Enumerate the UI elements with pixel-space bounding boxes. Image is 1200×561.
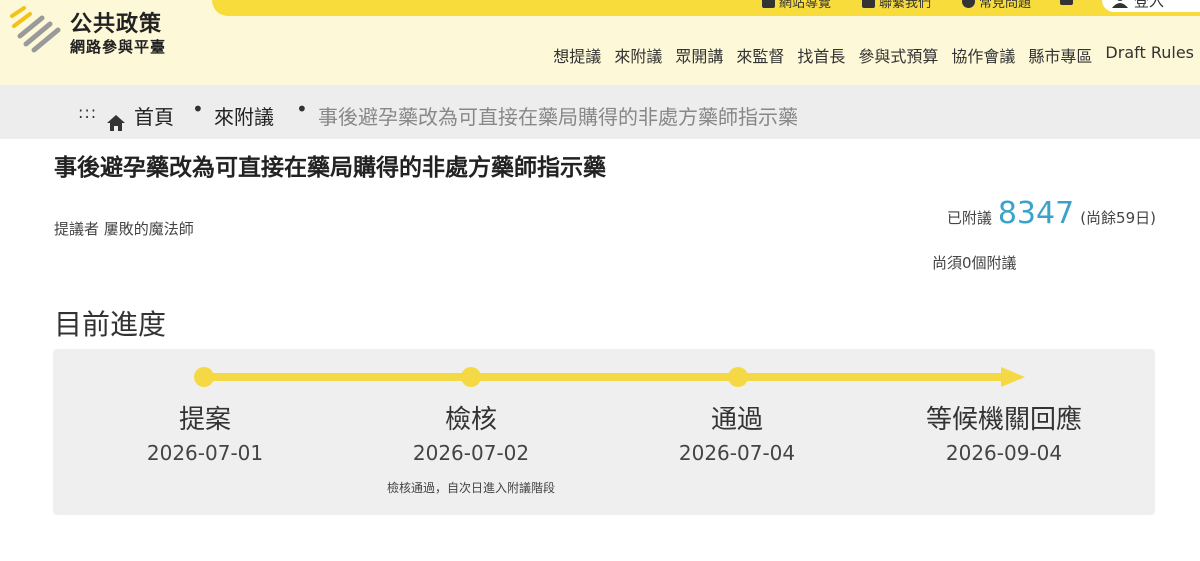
breadcrumb-section[interactable]: 來附議 <box>214 101 274 130</box>
nav-item-propose[interactable]: 想提議 <box>553 43 601 67</box>
nav-item-supervise[interactable]: 來監督 <box>736 43 784 67</box>
breadcrumb: ::: 首頁 • 來附議 • 事後避孕藥改為可直接在藥局購得的非處方藥師指示藥 <box>0 85 1200 139</box>
faq-link[interactable]: 常見問題 <box>962 0 1031 11</box>
step-dot <box>728 367 748 387</box>
sitemap-link-label: 網站導覽 <box>779 0 832 11</box>
faq-link-label: 常見問題 <box>979 0 1032 11</box>
grid-icon <box>762 0 775 8</box>
login-button[interactable]: 登入 <box>1102 0 1200 12</box>
proposer-name: 屢敗的魔法師 <box>103 220 194 238</box>
proposer-info: 提議者 屢敗的魔法師 <box>54 218 194 239</box>
site-header: 網站導覽 聯繫我們 常見問題 登入 公共政策 網路參與平臺 想提議 來附議 眾開… <box>0 0 1200 85</box>
page-title: 事後避孕藥改為可直接在藥局購得的非處方藥師指示藥 <box>54 155 606 181</box>
nav-item-budget[interactable]: 參與式預算 <box>858 43 938 67</box>
mail-icon <box>862 0 875 8</box>
progress-arrow-icon <box>1001 367 1025 387</box>
step-date: 2026-07-02 <box>412 441 530 465</box>
home-icon[interactable] <box>106 114 126 132</box>
breadcrumb-current: 事後避孕藥改為可直接在藥局購得的非處方藥師指示藥 <box>318 105 798 129</box>
breadcrumb-separator: • <box>296 97 308 121</box>
contact-link-label: 聯繫我們 <box>879 0 932 11</box>
nav-item-collab[interactable]: 協作會議 <box>951 43 1015 67</box>
step-date: 2026-07-04 <box>678 441 796 465</box>
step-date: 2026-07-01 <box>146 441 264 465</box>
step-label: 提案 <box>178 405 231 435</box>
step-label: 等候機關回應 <box>925 405 1082 435</box>
progress-track <box>203 373 1003 381</box>
user-icon <box>1112 0 1128 8</box>
remaining-days: (尚餘59日) <box>1080 209 1156 227</box>
nav-item-discuss[interactable]: 眾開講 <box>675 43 723 67</box>
step-date: 2026-09-04 <box>945 441 1063 465</box>
step-dot <box>194 367 214 387</box>
step-note: 檢核通過，自次日進入附議階段 <box>386 481 555 495</box>
breadcrumb-separator: • <box>192 97 204 121</box>
needed-signatures: 尚須0個附議 <box>932 254 1017 272</box>
step-label: 通過 <box>710 405 763 435</box>
site-logo[interactable] <box>8 6 64 56</box>
main-nav: 想提議 來附議 眾開講 來監督 找首長 參與式預算 協作會議 縣市專區 Draf… <box>553 43 1194 67</box>
step-label: 檢核 <box>444 405 497 435</box>
breadcrumb-menu-icon[interactable]: ::: <box>78 103 97 122</box>
logo-icon <box>10 6 61 53</box>
facebook-link[interactable] <box>1060 0 1073 5</box>
sitemap-link[interactable]: 網站導覽 <box>762 0 831 11</box>
top-utility-bar: 網站導覽 聯繫我們 常見問題 <box>212 0 1200 16</box>
site-title[interactable]: 公共政策 <box>70 6 162 38</box>
proposer-label: 提議者 <box>54 220 100 238</box>
login-label: 登入 <box>1134 0 1165 10</box>
breadcrumb-home[interactable]: 首頁 <box>134 101 174 130</box>
nav-item-cities[interactable]: 縣市專區 <box>1028 43 1092 67</box>
site-subtitle[interactable]: 網路參與平臺 <box>70 36 166 57</box>
step-dot <box>461 367 481 387</box>
signature-count: 已附議 8347 (尚餘59日) <box>947 196 1156 231</box>
nav-item-endorse[interactable]: 來附議 <box>614 43 662 67</box>
facebook-icon <box>1060 0 1073 5</box>
progress-heading: 目前進度 <box>54 308 167 341</box>
contact-link[interactable]: 聯繫我們 <box>862 0 931 11</box>
signed-label: 已附議 <box>946 209 992 227</box>
signed-count: 8347 <box>997 196 1075 231</box>
nav-item-draft-rules[interactable]: Draft Rules <box>1105 43 1194 67</box>
progress-panel: 提案 2026-07-01 檢核 2026-07-02 檢核通過，自次日進入附議… <box>53 349 1155 515</box>
nav-item-officials[interactable]: 找首長 <box>797 43 845 67</box>
question-icon <box>962 0 975 8</box>
